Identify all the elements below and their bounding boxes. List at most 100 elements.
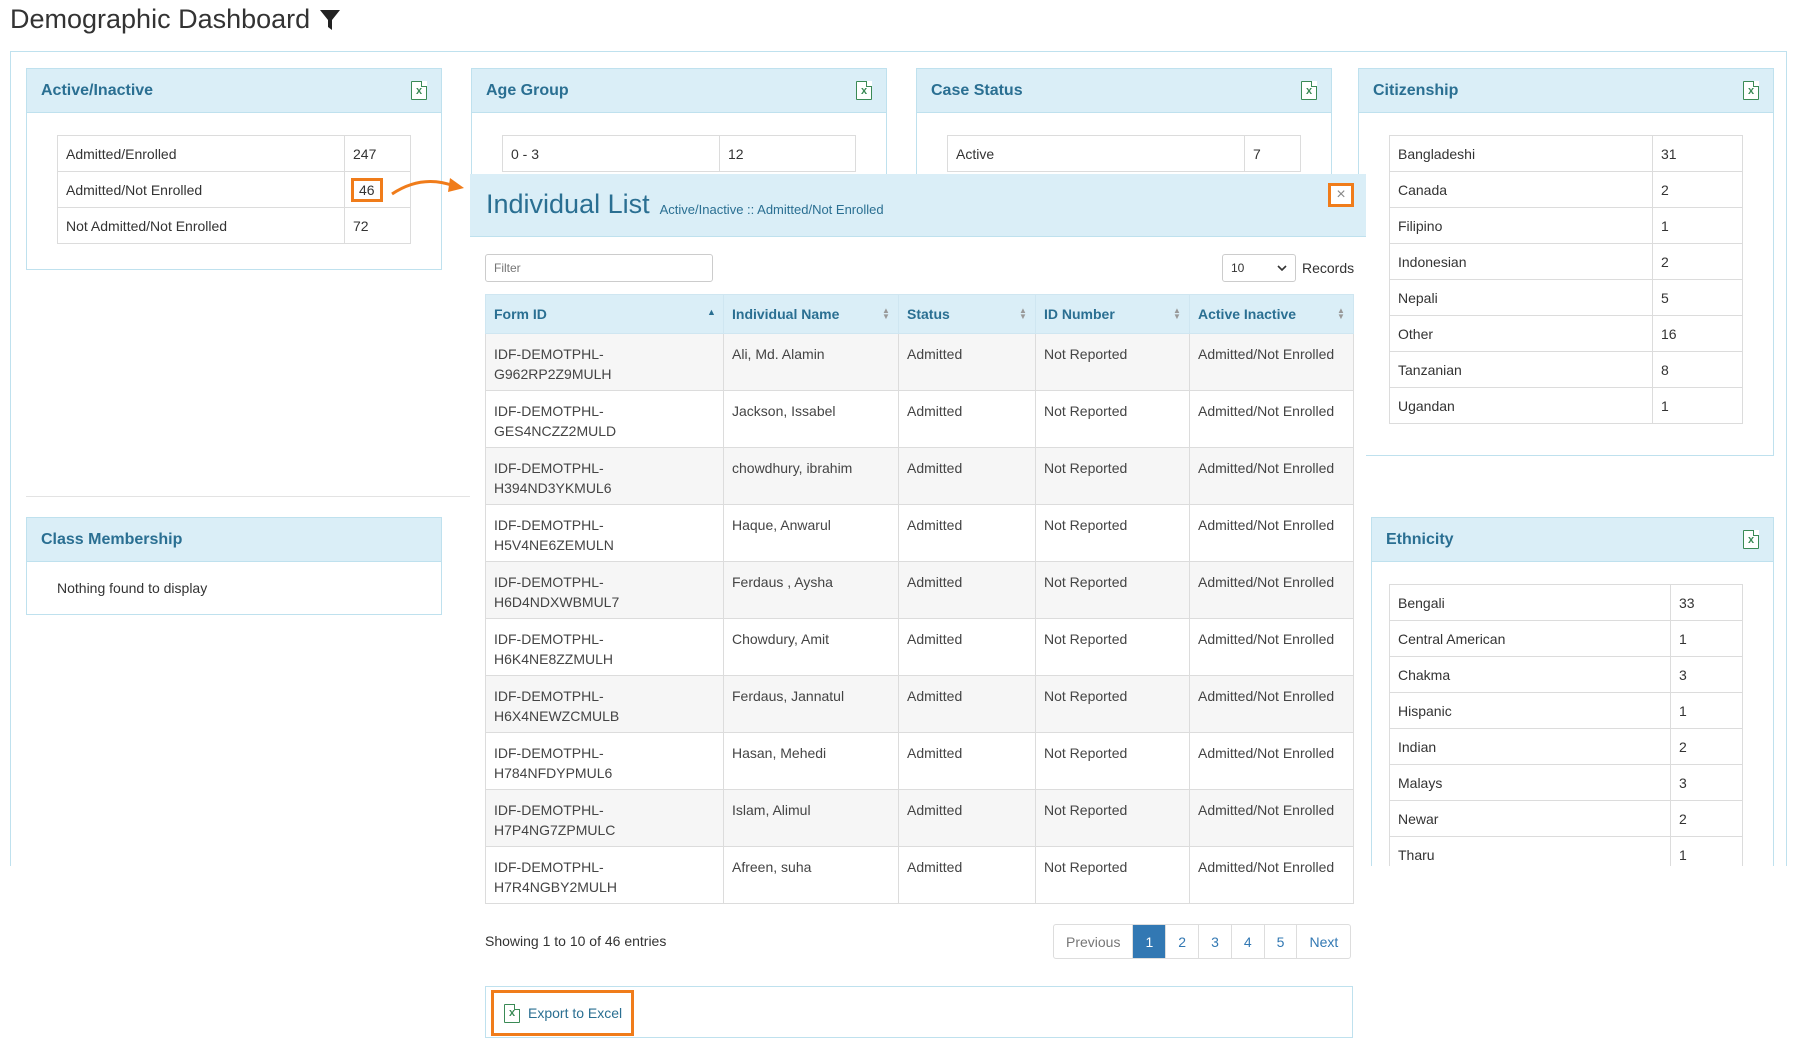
page-5-button[interactable]: 5 bbox=[1263, 925, 1297, 958]
cell-id-number: Not Reported bbox=[1035, 561, 1190, 619]
column-header-active-inactive[interactable]: Active Inactive ▲ ▼ bbox=[1189, 294, 1354, 334]
row-count[interactable]: 247 bbox=[344, 135, 411, 172]
row-count[interactable]: 2 bbox=[1670, 728, 1743, 765]
cell-form-id: IDF-DEMOTPHL- H5V4NE6ZEMULN bbox=[485, 504, 724, 562]
table-row: Admitted/Enrolled 247 bbox=[57, 135, 411, 172]
cell-active-inactive: Admitted/Not Enrolled bbox=[1189, 789, 1354, 847]
table-row: Bengali 33 bbox=[1389, 584, 1743, 621]
next-button[interactable]: Next bbox=[1296, 925, 1350, 958]
row-count[interactable]: 5 bbox=[1652, 279, 1743, 316]
form-id-part: H6K4NE8ZZMULH bbox=[494, 651, 614, 667]
cell-active-inactive: Admitted/Not Enrolled bbox=[1189, 447, 1354, 505]
row-count[interactable]: 2 bbox=[1652, 171, 1743, 208]
table-row: Other 16 bbox=[1389, 315, 1743, 352]
table-row[interactable]: IDF-DEMOTPHL- GES4NCZZ2MULD Jackson, Issa… bbox=[485, 390, 1354, 448]
cell-status: Admitted bbox=[898, 447, 1036, 505]
row-count[interactable]: 3 bbox=[1670, 764, 1743, 801]
row-count[interactable]: 1 bbox=[1652, 207, 1743, 244]
ethnicity-table: Bengali 33 Central American 1 Chakma 3 Hisp… bbox=[1389, 584, 1743, 873]
row-count[interactable]: 16 bbox=[1652, 315, 1743, 352]
case-status-header: Case Status x bbox=[917, 69, 1331, 113]
row-count[interactable]: 7 bbox=[1244, 135, 1301, 172]
cell-id-number: Not Reported bbox=[1035, 618, 1190, 676]
row-label: Ugandan bbox=[1389, 387, 1653, 424]
individual-list-modal: Individual List Active/Inactive :: Admit… bbox=[470, 174, 1366, 1044]
row-label: Active bbox=[947, 135, 1245, 172]
row-label: Nepali bbox=[1389, 279, 1653, 316]
excel-export-icon[interactable]: x bbox=[411, 81, 427, 100]
export-label: Export to Excel bbox=[528, 1005, 623, 1021]
filter-icon[interactable] bbox=[318, 8, 342, 32]
row-count[interactable]: 33 bbox=[1670, 584, 1743, 621]
cell-id-number: Not Reported bbox=[1035, 675, 1190, 733]
form-id-part: H394ND3YKMUL6 bbox=[494, 480, 612, 496]
row-count[interactable]: 1 bbox=[1670, 692, 1743, 729]
column-label: Active Inactive bbox=[1198, 306, 1297, 322]
cell-status: Admitted bbox=[898, 846, 1036, 904]
excel-export-icon[interactable]: x bbox=[856, 81, 872, 100]
previous-button[interactable]: Previous bbox=[1054, 925, 1132, 958]
admitted-not-enrolled-count-link[interactable]: 46 bbox=[351, 177, 383, 202]
page-3-button[interactable]: 3 bbox=[1198, 925, 1231, 958]
close-button[interactable]: × bbox=[1328, 183, 1354, 207]
row-count[interactable]: 72 bbox=[344, 207, 411, 244]
filter-input[interactable] bbox=[485, 254, 713, 282]
row-count[interactable]: 12 bbox=[719, 135, 856, 172]
row-count[interactable]: 1 bbox=[1670, 620, 1743, 657]
page-size-select[interactable]: 10 bbox=[1222, 254, 1296, 282]
form-id-part: IDF-DEMOTPHL- bbox=[494, 517, 604, 533]
form-id-part: IDF-DEMOTPHL- bbox=[494, 859, 604, 875]
row-count[interactable]: 8 bbox=[1652, 351, 1743, 388]
row-count[interactable]: 31 bbox=[1652, 135, 1743, 172]
page-1-button[interactable]: 1 bbox=[1132, 925, 1166, 958]
cell-form-id: IDF-DEMOTPHL- G962RP2Z9MULH bbox=[485, 333, 724, 391]
row-count[interactable]: 2 bbox=[1652, 243, 1743, 280]
row-count[interactable]: 2 bbox=[1670, 800, 1743, 837]
table-row[interactable]: IDF-DEMOTPHL- H5V4NE6ZEMULN Haque, Anwaru… bbox=[485, 504, 1354, 562]
form-id-part: IDF-DEMOTPHL- bbox=[494, 403, 604, 419]
row-label: Bangladeshi bbox=[1389, 135, 1653, 172]
form-id-part: IDF-DEMOTPHL- bbox=[494, 346, 604, 362]
records-label: Records bbox=[1302, 260, 1355, 276]
table-row[interactable]: IDF-DEMOTPHL- H6X4NEWZCMULB Ferdaus, Jann… bbox=[485, 675, 1354, 733]
modal-title: Individual List bbox=[486, 189, 650, 219]
form-id-part: GES4NCZZ2MULD bbox=[494, 423, 617, 439]
modal-subtitle: Active/Inactive :: Admitted/Not Enrolled bbox=[659, 202, 884, 217]
table-row[interactable]: IDF-DEMOTPHL- G962RP2Z9MULH Ali, Md. Alam… bbox=[485, 333, 1354, 391]
column-header-status[interactable]: Status ▲ ▼ bbox=[898, 294, 1036, 334]
form-id-part: IDF-DEMOTPHL- bbox=[494, 802, 604, 818]
row-label: Filipino bbox=[1389, 207, 1653, 244]
excel-export-icon[interactable]: x bbox=[1301, 81, 1317, 100]
cell-name: chowdhury, ibrahim bbox=[723, 447, 899, 505]
cell-name: Ferdaus , Aysha bbox=[723, 561, 899, 619]
table-row[interactable]: IDF-DEMOTPHL- H7R4NGBY2MULH Afreen, suha … bbox=[485, 846, 1354, 904]
citizenship-panel: Citizenship x Bangladeshi 31 Canada 2 Fili… bbox=[1358, 68, 1774, 456]
cell-id-number: Not Reported bbox=[1035, 447, 1190, 505]
excel-export-icon[interactable]: x bbox=[1743, 81, 1759, 100]
page-4-button[interactable]: 4 bbox=[1230, 925, 1264, 958]
page-2-button[interactable]: 2 bbox=[1165, 925, 1198, 958]
column-label: Status bbox=[907, 306, 950, 322]
excel-icon: x bbox=[504, 1003, 520, 1023]
row-count[interactable]: 3 bbox=[1670, 656, 1743, 693]
active-inactive-title: Active/Inactive bbox=[41, 81, 154, 99]
table-row[interactable]: IDF-DEMOTPHL- H784NFDYPMUL6 Hasan, Mehedi… bbox=[485, 732, 1354, 790]
empty-message: Nothing found to display bbox=[57, 580, 208, 596]
table-row[interactable]: IDF-DEMOTPHL- H394ND3YKMUL6 chowdhury, ib… bbox=[485, 447, 1354, 505]
column-header-id-number[interactable]: ID Number ▲ ▼ bbox=[1035, 294, 1190, 334]
table-row: Hispanic 1 bbox=[1389, 692, 1743, 729]
column-header-form-id[interactable]: Form ID ▲ bbox=[485, 294, 724, 334]
table-row[interactable]: IDF-DEMOTPHL- H7P4NG7ZPMULC Islam, Alimul… bbox=[485, 789, 1354, 847]
excel-export-icon[interactable]: x bbox=[1743, 530, 1759, 549]
export-to-excel-button[interactable]: x Export to Excel bbox=[491, 990, 634, 1036]
table-row[interactable]: IDF-DEMOTPHL- H6D4NDXWBMUL7 Ferdaus , Ays… bbox=[485, 561, 1354, 619]
citizenship-table: Bangladeshi 31 Canada 2 Filipino 1 Indonesi… bbox=[1389, 135, 1743, 424]
table-row[interactable]: IDF-DEMOTPHL- H6K4NE8ZZMULH Chowdury, Ami… bbox=[485, 618, 1354, 676]
row-count[interactable]: 1 bbox=[1652, 387, 1743, 424]
form-id-part: IDF-DEMOTPHL- bbox=[494, 688, 604, 704]
form-id-part: H5V4NE6ZEMULN bbox=[494, 537, 614, 553]
individual-table: Form ID ▲ Individual Name ▲ ▼ Status ▲ ▼ ID N… bbox=[485, 294, 1354, 904]
cell-form-id: IDF-DEMOTPHL- H6K4NE8ZZMULH bbox=[485, 618, 724, 676]
column-header-name[interactable]: Individual Name ▲ ▼ bbox=[723, 294, 899, 334]
pagination: Previous 1 2 3 4 5 Next bbox=[1053, 924, 1352, 959]
